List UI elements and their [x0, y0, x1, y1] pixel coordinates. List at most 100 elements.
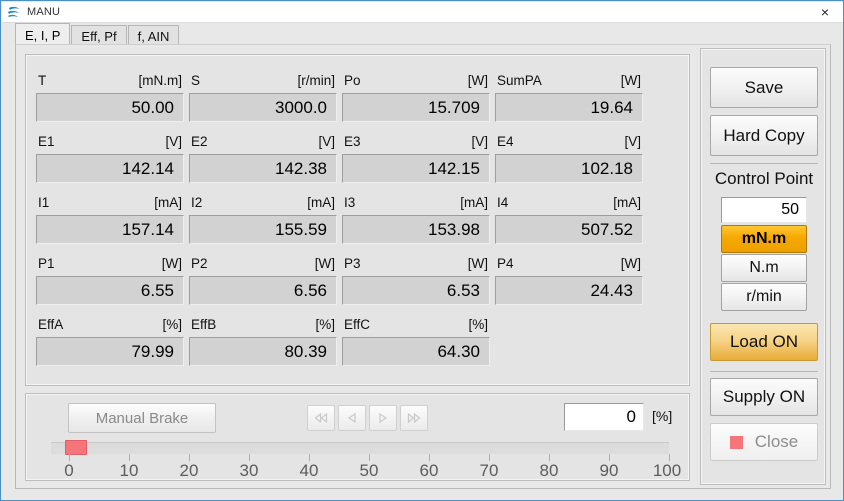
control-point-title: Control Point — [714, 169, 814, 188]
readout-unit: [r/min] — [297, 73, 335, 88]
window-close-icon[interactable]: × — [812, 2, 838, 22]
readout-label: E2 — [191, 134, 208, 149]
hard-copy-button[interactable]: Hard Copy — [710, 115, 818, 156]
readout-cell-EffB: EffB [%] 80.39 — [189, 317, 337, 366]
readout-label: I1 — [38, 195, 50, 210]
close-button[interactable]: Close — [710, 423, 818, 461]
readout-cell-S: S [r/min] 3000.0 — [189, 73, 337, 122]
slider-tick-label: 50 — [359, 461, 379, 480]
supply-on-button[interactable]: Supply ON — [710, 378, 818, 416]
readout-row: E1 [V] 142.14 E2 [V] 142.38 E3 [V] 142.1… — [26, 134, 689, 192]
slider-tick — [69, 454, 70, 461]
slider-tick-label: 40 — [299, 461, 319, 480]
slider-tick — [369, 454, 370, 461]
slider-tick-label: 60 — [419, 461, 439, 480]
tab-eff-pf[interactable]: Eff, Pf — [71, 25, 127, 46]
readout-cell-I1: I1 [mA] 157.14 — [36, 195, 184, 244]
readout-cell-EffA: EffA [%] 79.99 — [36, 317, 184, 366]
readout-value: 157.14 — [36, 215, 184, 244]
readout-unit: [V] — [165, 134, 182, 149]
step-forward-icon[interactable] — [369, 405, 397, 431]
slider-track[interactable] — [51, 442, 669, 454]
readout-unit: [W] — [467, 73, 488, 88]
readout-value: 6.53 — [342, 276, 490, 305]
status-led-icon — [729, 435, 743, 449]
readout-value: 153.98 — [342, 215, 490, 244]
skip-forward-icon[interactable] — [400, 405, 428, 431]
readout-cell-P1: P1 [W] 6.55 — [36, 256, 184, 305]
readout-cell-E2: E2 [V] 142.38 — [189, 134, 337, 183]
readout-unit: [W] — [161, 256, 182, 271]
unit-option-rmin[interactable]: r/min — [721, 283, 807, 311]
readout-cell-I4: I4 [mA] 507.52 — [495, 195, 643, 244]
readout-cell-Po: Po [W] 15.709 — [342, 73, 490, 122]
readout-cell-P4: P4 [W] 24.43 — [495, 256, 643, 305]
slider-thumb[interactable] — [65, 440, 87, 455]
readout-value: 3000.0 — [189, 93, 337, 122]
manual-brake-button[interactable]: Manual Brake — [68, 403, 216, 433]
readout-label: Po — [344, 73, 361, 88]
tab-f-ain[interactable]: f, AIN — [127, 25, 180, 46]
load-on-button[interactable]: Load ON — [710, 323, 818, 361]
readout-label: EffC — [344, 317, 371, 332]
step-backward-icon[interactable] — [338, 405, 366, 431]
readout-unit: [mA] — [460, 195, 488, 210]
brake-percent-input[interactable]: 0 — [564, 403, 644, 431]
close-button-label: Close — [754, 432, 799, 451]
readout-unit: [W] — [620, 73, 641, 88]
readout-unit: [%] — [162, 317, 182, 332]
readout-cell-SumPA: SumPA [W] 19.64 — [495, 73, 643, 122]
readout-value: 64.30 — [342, 337, 490, 366]
readout-value: 507.52 — [495, 215, 643, 244]
readout-value: 15.709 — [342, 93, 490, 122]
readout-value: 79.99 — [36, 337, 184, 366]
readout-unit: [mA] — [613, 195, 641, 210]
title-bar: MANU × — [2, 2, 843, 23]
slider-tick-label: 20 — [179, 461, 199, 480]
slider-tick — [129, 454, 130, 461]
readout-cell-E3: E3 [V] 142.15 — [342, 134, 490, 183]
readout-label: EffB — [191, 317, 217, 332]
readout-value: 6.55 — [36, 276, 184, 305]
tab-e-i-p[interactable]: E, I, P — [15, 23, 71, 46]
readout-unit: [V] — [471, 134, 488, 149]
measurement-readout-panel: T [mN.m] 50.00 S [r/min] 3000.0 Po [W] 1… — [25, 54, 690, 386]
readout-unit: [%] — [468, 317, 488, 332]
action-panel: Save Hard Copy Control Point 50 mN.m N.m… — [700, 48, 826, 485]
control-point-input[interactable]: 50 — [721, 197, 807, 223]
readout-cell-T: T [mN.m] 50.00 — [36, 73, 184, 122]
readout-value: 6.56 — [189, 276, 337, 305]
readout-label: I3 — [344, 195, 356, 210]
readout-label: E1 — [38, 134, 55, 149]
readout-label: SumPA — [497, 73, 542, 88]
readout-label: P3 — [344, 256, 361, 271]
unit-option-nm[interactable]: N.m — [721, 254, 807, 282]
save-button[interactable]: Save — [710, 67, 818, 108]
readout-label: E3 — [344, 134, 361, 149]
readout-value: 102.18 — [495, 154, 643, 183]
readout-row: T [mN.m] 50.00 S [r/min] 3000.0 Po [W] 1… — [26, 73, 689, 131]
readout-unit: [W] — [620, 256, 641, 271]
slider-tick-label: 30 — [239, 461, 259, 480]
readout-cell-P2: P2 [W] 6.56 — [189, 256, 337, 305]
slider-tick — [609, 454, 610, 461]
slider-tick-label: 70 — [479, 461, 499, 480]
slider-tick-label: 80 — [539, 461, 559, 480]
readout-row: I1 [mA] 157.14 I2 [mA] 155.59 I3 [mA] 15… — [26, 195, 689, 253]
readout-label: S — [191, 73, 201, 88]
brake-slider[interactable]: 0 10 20 30 40 50 60 70 80 90 100 — [51, 440, 681, 480]
slider-tick — [489, 454, 490, 461]
readout-unit: [W] — [314, 256, 335, 271]
tab-strip: E, I, P Eff, Pf f, AIN — [15, 21, 831, 46]
skip-backward-icon[interactable] — [307, 405, 335, 431]
brake-percent-unit: [%] — [652, 408, 673, 424]
readout-label: E4 — [497, 134, 514, 149]
brake-control-panel: Manual Brake 0 [%] 0 10 20 30 40 50 60 7… — [25, 393, 690, 481]
unit-option-mnm[interactable]: mN.m — [721, 225, 807, 253]
readout-label: P4 — [497, 256, 514, 271]
slider-tick — [429, 454, 430, 461]
readout-value: 155.59 — [189, 215, 337, 244]
readout-label: I2 — [191, 195, 203, 210]
readout-cell-EffC: EffC [%] 64.30 — [342, 317, 490, 366]
readout-label: I4 — [497, 195, 509, 210]
